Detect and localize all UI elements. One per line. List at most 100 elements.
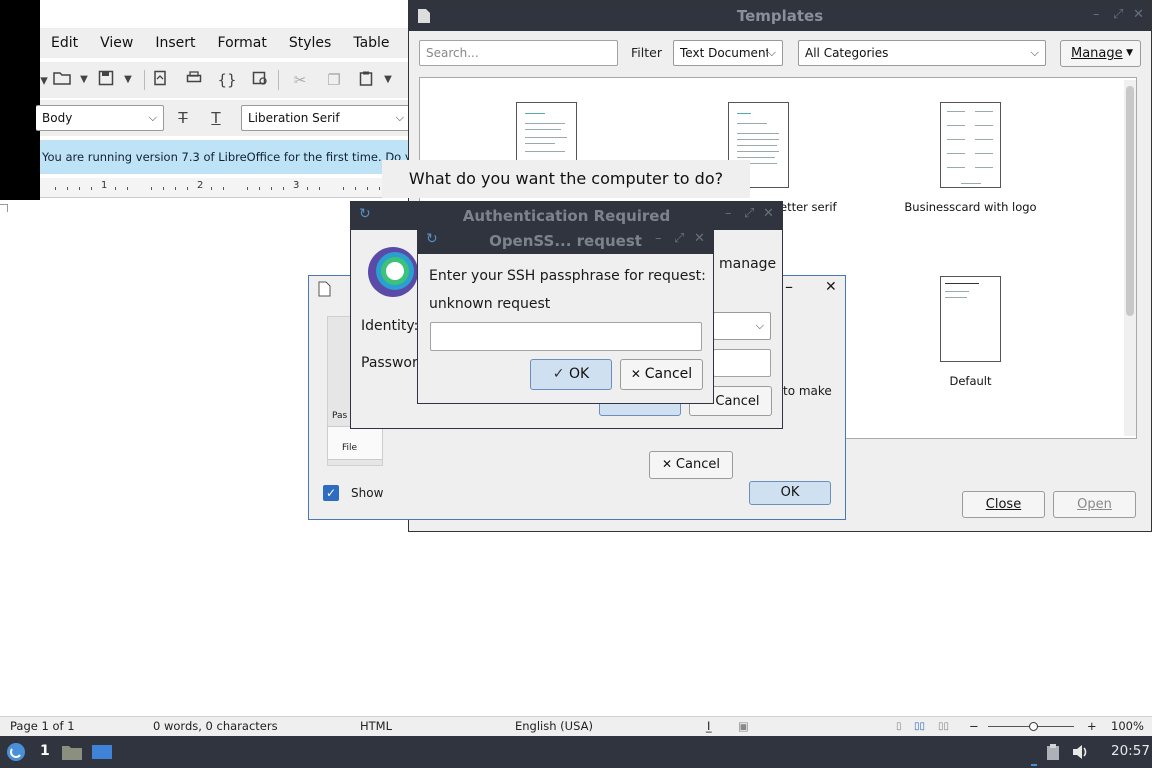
to-make-text: to make (783, 384, 832, 398)
cancel-button[interactable]: ✕ Cancel (649, 451, 733, 479)
workspace-number[interactable]: 1 (40, 743, 50, 759)
vertical-scrollbar[interactable] (1124, 80, 1136, 436)
close-icon[interactable]: ✕ (1133, 7, 1144, 22)
new-dropdown-icon[interactable]: ▾ (34, 70, 54, 90)
open-dropdown-icon[interactable]: ▼ (74, 70, 94, 90)
checkmark-icon: ✓ (552, 366, 569, 382)
paragraph-style-select[interactable]: Body ⌵ (36, 105, 164, 131)
toolbar-separator (144, 70, 145, 90)
desktop-icon[interactable] (91, 743, 113, 761)
manage-label: Manage (1071, 46, 1123, 61)
paste-dropdown-icon[interactable]: ▼ (378, 70, 398, 90)
save-status-icon: ▣ (738, 719, 749, 733)
file-manager-icon[interactable] (61, 743, 83, 761)
menu-format[interactable]: Format (207, 35, 278, 51)
standard-toolbar: ▾ ▼ ▼ {} ✂ ❐ ▼ (40, 62, 410, 98)
maximize-icon[interactable]: ⤢ (674, 231, 684, 246)
cut-icon[interactable]: ✂ (290, 70, 310, 90)
chevron-down-icon: ⌵ (755, 319, 764, 332)
identity-select[interactable]: ⌵ (713, 312, 771, 340)
open-button[interactable]: Open (1053, 491, 1136, 518)
file-label: File (342, 443, 358, 453)
agent-prompt: What do you want the computer to do? (382, 160, 750, 198)
clock[interactable]: 20:57 (1111, 743, 1150, 759)
ok-button[interactable]: OK (749, 481, 831, 505)
book-view-icon[interactable]: ▯▯ (938, 717, 949, 736)
search-input[interactable]: Search... (419, 40, 618, 66)
maximize-icon[interactable]: ⤢ (1113, 7, 1123, 22)
password-field[interactable] (713, 349, 771, 377)
print-icon[interactable] (184, 70, 204, 90)
minimize-icon[interactable]: – (1093, 7, 1100, 22)
copy-icon[interactable]: ❐ (324, 70, 344, 90)
close-label: Close (985, 497, 1022, 512)
ssh-passphrase-dialog: ↻ OpenSS... request – ⤢ ✕ Enter your SSH… (417, 227, 714, 404)
show-label: Show (351, 486, 384, 500)
paste-icon[interactable] (356, 70, 376, 90)
formatting-toolbar: Body ⌵ T T Liberation Serif ⌵ (36, 100, 411, 136)
text-cursor-icon: I̲ (707, 719, 711, 733)
auth-cancel-label: Cancel (715, 394, 760, 409)
zoom-slider-knob[interactable] (1028, 722, 1038, 731)
cancel-x-icon: ✕ (662, 457, 676, 471)
scrollbar-thumb[interactable] (1126, 86, 1134, 316)
minimize-icon[interactable]: – (655, 231, 662, 246)
close-icon[interactable]: ✕ (825, 279, 837, 295)
menu-view[interactable]: View (89, 35, 144, 51)
template-thumbnail[interactable] (940, 276, 1001, 362)
dropdown-arrow-icon: ▼ (1126, 48, 1133, 58)
multi-page-view-icon[interactable]: ▯▯ (914, 717, 925, 736)
braces-icon[interactable]: {} (217, 70, 237, 90)
minimize-icon[interactable]: – (785, 277, 793, 296)
cancel-label: Cancel (675, 457, 720, 472)
ssh-cancel-label: Cancel (644, 366, 693, 382)
word-count[interactable]: 0 words, 0 characters (153, 717, 278, 736)
clipboard-icon[interactable] (1045, 743, 1061, 761)
zoom-level[interactable]: 100% (1111, 717, 1144, 736)
single-page-view-icon[interactable]: ▯ (896, 717, 902, 736)
manage-button[interactable]: Manage ▼ (1060, 40, 1141, 67)
ssh-titlebar: ↻ OpenSS... request – ⤢ ✕ (418, 228, 713, 254)
update-style-icon[interactable]: T (173, 108, 193, 128)
toolbar-separator (278, 70, 279, 90)
export-pdf-icon[interactable] (150, 70, 170, 90)
menu-edit[interactable]: Edit (40, 35, 89, 51)
close-icon[interactable]: ✕ (694, 231, 705, 246)
password-label: Passwor (361, 355, 418, 371)
authentication-icon (368, 247, 418, 297)
page-count[interactable]: Page 1 of 1 (10, 717, 75, 736)
menu-table[interactable]: Table (342, 35, 400, 51)
passphrase-input[interactable] (430, 322, 702, 351)
ssh-title: OpenSS... request (489, 232, 642, 250)
close-button[interactable]: Close (962, 491, 1045, 518)
page-corner-mark (0, 204, 8, 212)
start-menu-icon[interactable] (6, 742, 26, 762)
font-name-select[interactable]: Liberation Serif ⌵ (241, 105, 411, 131)
menu-styles[interactable]: Styles (278, 35, 342, 51)
zoom-out-icon[interactable]: − (969, 717, 979, 736)
volume-icon[interactable] (1071, 744, 1089, 760)
manage-text: manage (719, 256, 777, 272)
show-checkbox[interactable]: ✓ (323, 485, 339, 501)
save-icon[interactable] (96, 70, 116, 90)
template-thumbnail[interactable] (940, 102, 1001, 188)
category-select[interactable]: All Categories ⌵ (798, 40, 1046, 66)
ruler-number: 1 (101, 180, 108, 191)
maximize-icon[interactable]: ⤢ (744, 206, 754, 221)
taskbar: 1 20:57 (0, 736, 1152, 768)
horizontal-ruler[interactable]: 1 2 3 (40, 178, 410, 198)
menu-insert[interactable]: Insert (144, 35, 206, 51)
templates-title: Templates (736, 7, 824, 25)
new-style-icon[interactable]: T (206, 108, 226, 128)
filter-select[interactable]: Text Documents ⌵ (673, 40, 783, 66)
ssh-ok-button[interactable]: ✓ OK (530, 359, 612, 390)
save-dropdown-icon[interactable]: ▼ (118, 70, 138, 90)
ssh-cancel-button[interactable]: ✕ Cancel (620, 359, 703, 390)
minimize-icon[interactable]: – (725, 206, 732, 221)
template-thumbnail[interactable] (516, 102, 577, 162)
zoom-in-icon[interactable]: + (1087, 717, 1097, 736)
print-preview-icon[interactable] (250, 70, 270, 90)
close-icon[interactable]: ✕ (763, 206, 774, 221)
open-folder-icon[interactable] (52, 70, 72, 90)
language[interactable]: English (USA) (515, 717, 593, 736)
